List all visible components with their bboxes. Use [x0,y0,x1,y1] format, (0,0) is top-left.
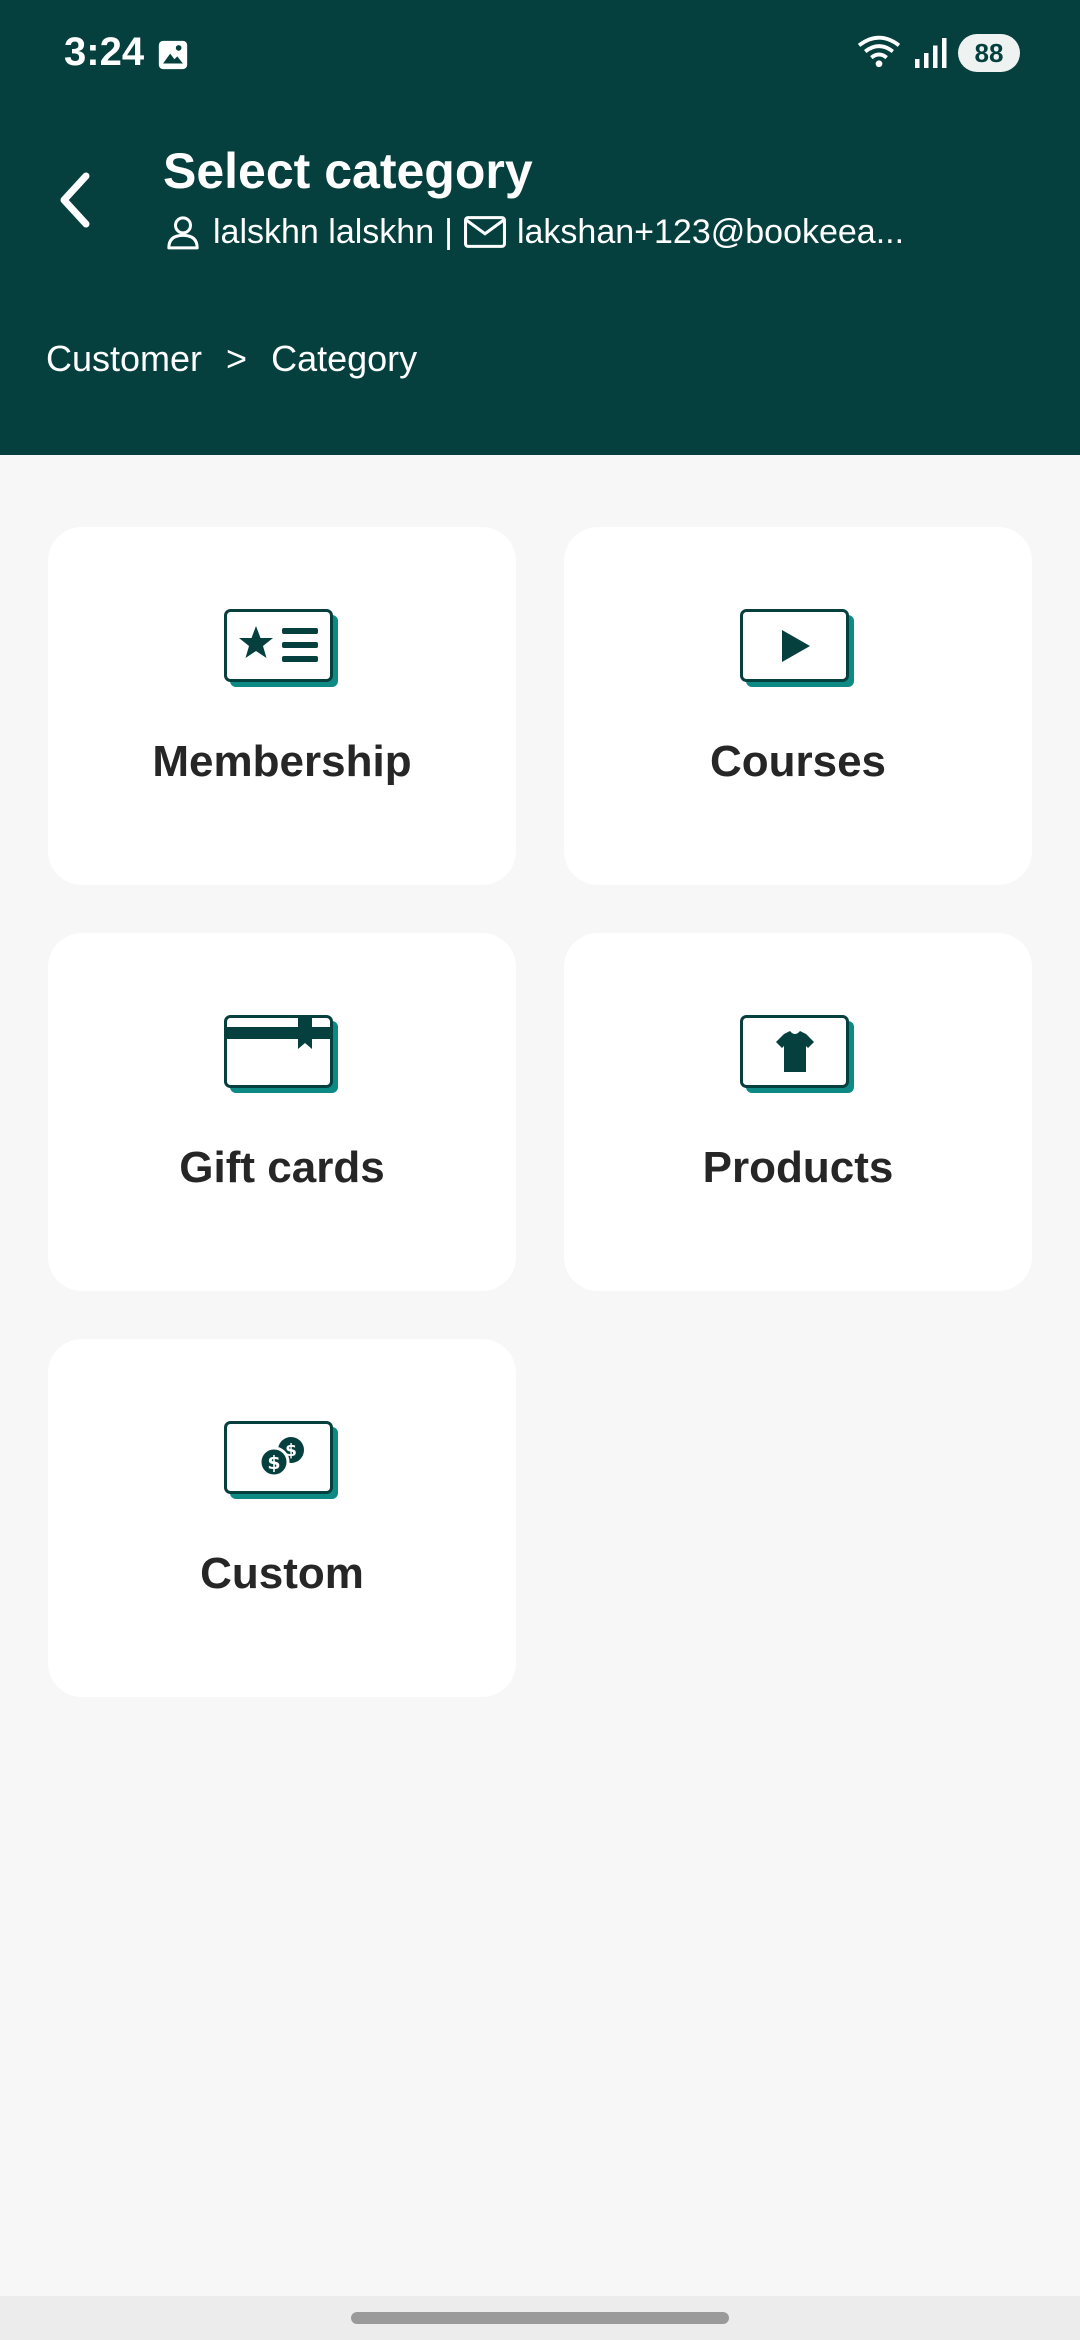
battery-icon: 88 [958,34,1020,72]
category-label: Gift cards [179,1143,385,1192]
breadcrumb: Customer > Category [46,338,417,380]
info-separator: | [444,212,453,251]
chevron-left-icon [60,172,90,228]
home-indicator[interactable] [351,2312,729,2324]
category-label: Custom [200,1549,364,1598]
video-play-icon [740,609,854,687]
customer-name: lalskhn lalskhn [213,212,435,251]
page-title: Select category [163,143,533,199]
membership-card-icon [224,609,338,687]
status-indicators: 88 [856,30,1020,76]
category-card-custom[interactable]: $ $ Custom [48,1339,516,1697]
category-grid: Membership Courses Gift cards Products $… [48,527,1032,1697]
wifi-icon [857,35,901,68]
category-label: Products [702,1143,894,1192]
customer-info: lalskhn lalskhn | lakshan+123@bookeea... [163,212,904,252]
category-label: Membership [152,737,412,786]
status-time: 3:24 [64,30,145,74]
category-card-products[interactable]: Products [564,933,1032,1291]
tshirt-icon [740,1015,854,1093]
gift-card-icon [224,1015,338,1093]
user-icon [167,216,199,250]
breadcrumb-category: Category [271,338,418,379]
category-card-gift-cards[interactable]: Gift cards [48,933,516,1291]
breadcrumb-separator: > [226,338,248,379]
dollar-coins-icon: $ $ [224,1421,338,1499]
customer-email: lakshan+123@bookeea... [516,212,905,251]
category-card-membership[interactable]: Membership [48,527,516,885]
mail-icon [463,216,506,248]
svg-text:$: $ [267,1452,280,1474]
category-label: Courses [709,737,887,786]
back-button[interactable] [46,160,106,240]
category-card-courses[interactable]: Courses [564,527,1032,885]
signal-icon [915,38,947,68]
photo-icon [158,40,188,70]
app-header: 3:24 88 Select category lalskhn lalskhn … [0,0,1080,455]
breadcrumb-customer[interactable]: Customer [46,338,202,380]
svg-text:$: $ [285,1441,297,1461]
